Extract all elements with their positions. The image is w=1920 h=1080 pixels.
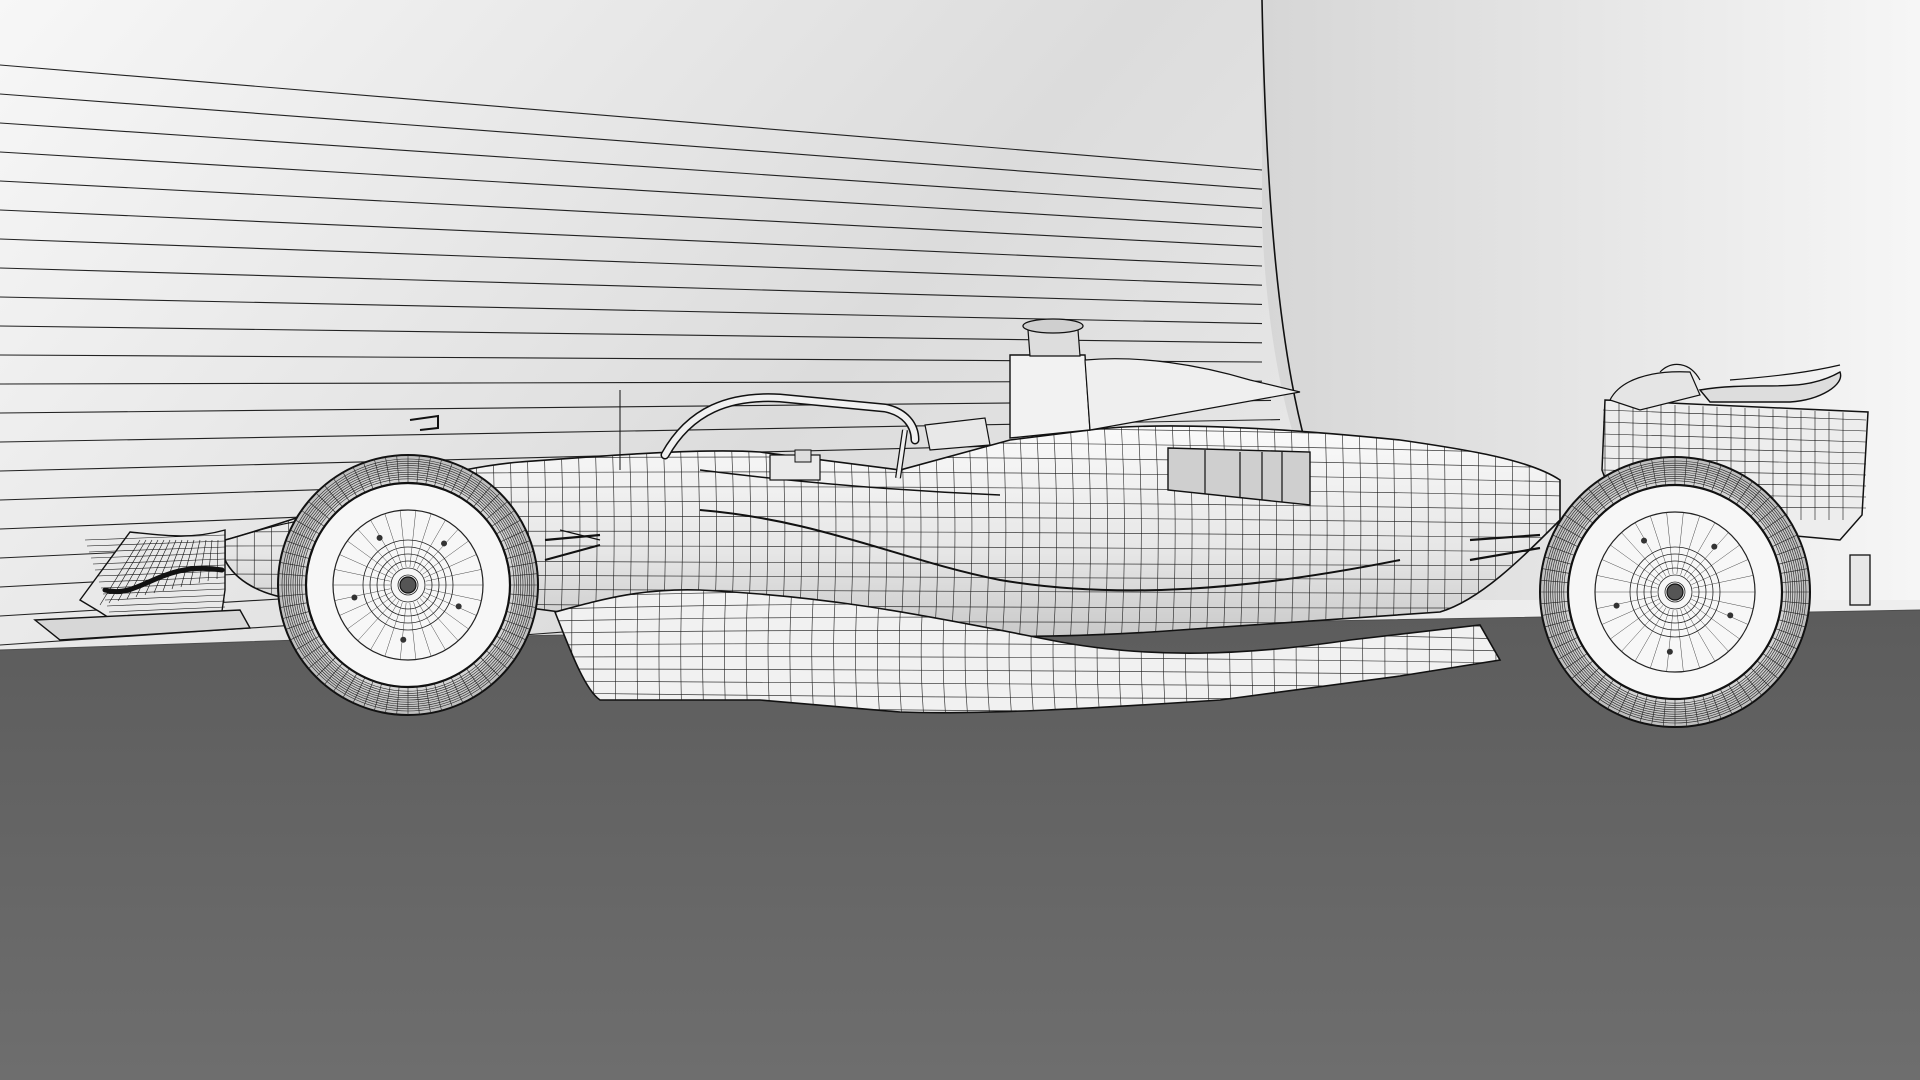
rear-wheel (1539, 456, 1811, 728)
front-wheel (277, 454, 539, 716)
car-wireframe-render (0, 0, 1920, 1080)
render-viewport (0, 0, 1920, 1080)
